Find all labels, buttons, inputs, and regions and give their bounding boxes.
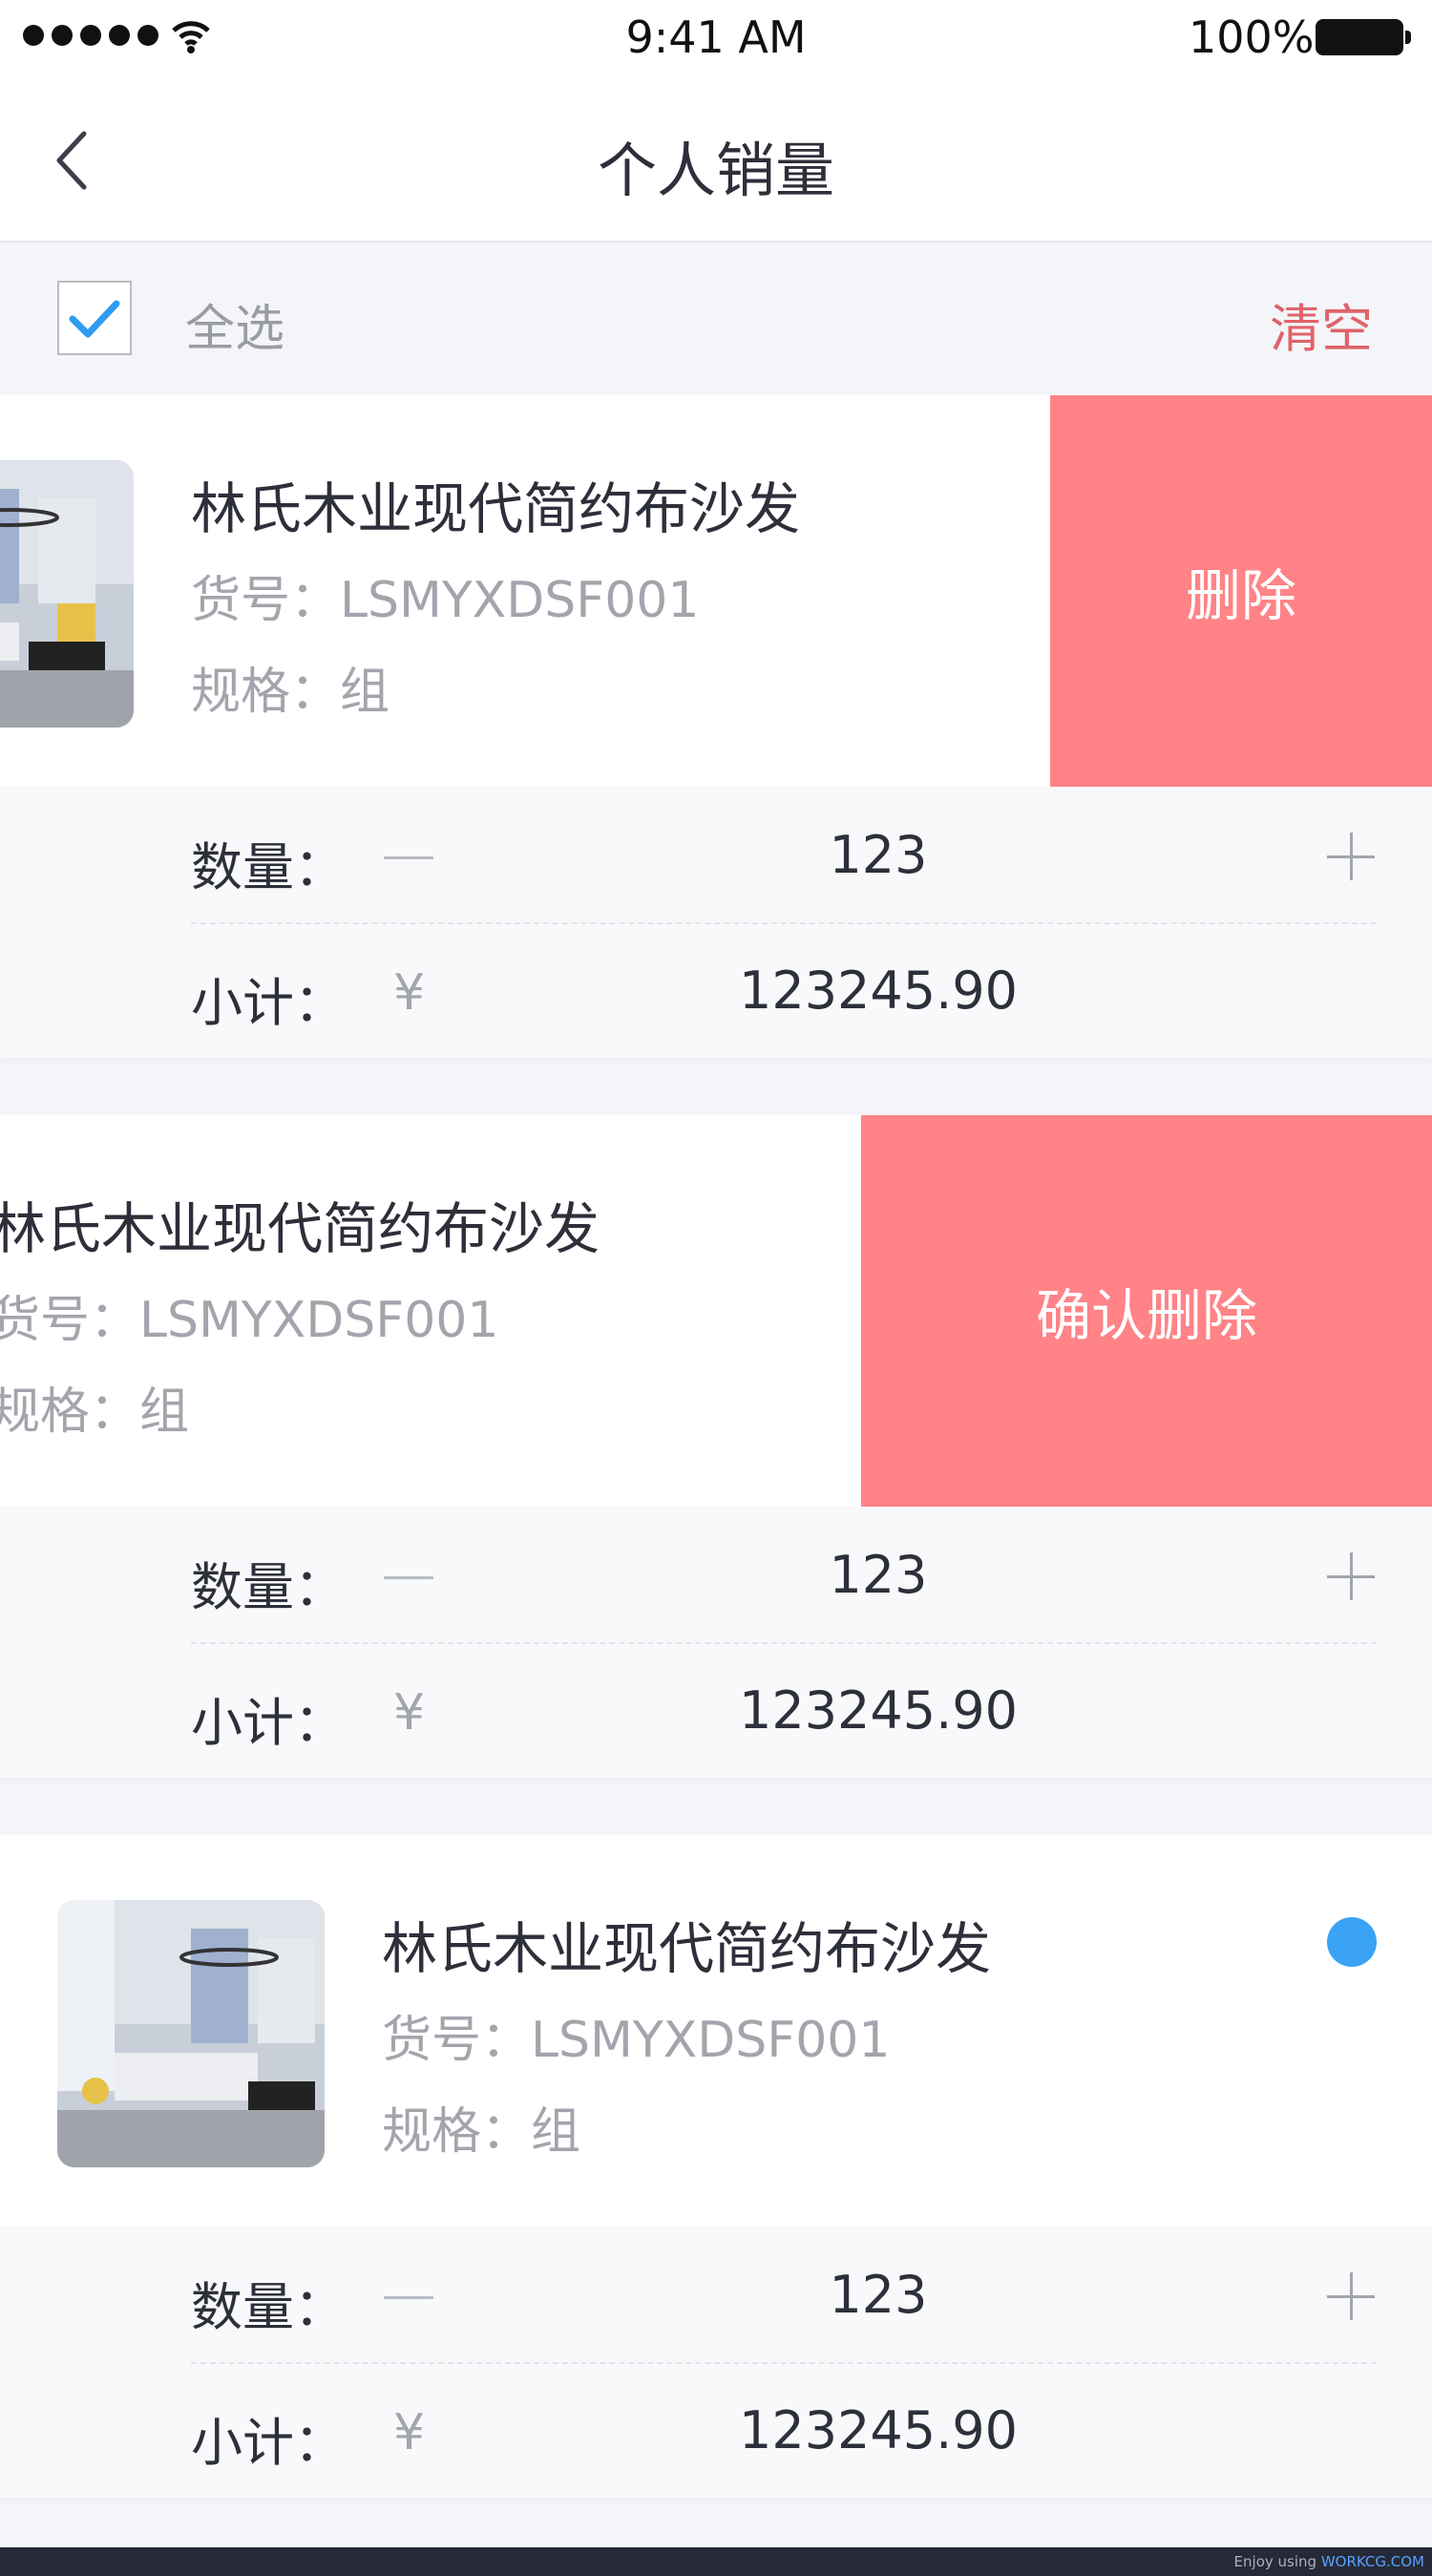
checkmark-icon (69, 300, 120, 338)
product-sku: 货号：LSMYXDSF001 (382, 2012, 891, 2069)
currency-symbol: ¥ (393, 964, 426, 1022)
product-spec: 规格：组 (191, 664, 390, 721)
footer-brand: WORKCG.COM (1320, 2553, 1424, 2570)
battery-icon (1316, 19, 1403, 55)
minus-icon[interactable] (384, 2296, 433, 2299)
minus-icon[interactable] (384, 856, 433, 859)
delete-button[interactable]: 删除 (1050, 395, 1432, 787)
select-all-checkbox[interactable] (57, 281, 132, 355)
select-all-label: 全选 (185, 301, 285, 358)
product-card: 林氏木业现代简约布沙发 货号：LSMYXDSF001 规格：组 删除 (0, 395, 1432, 787)
product-details: 数量： 123 小计： ¥ 123245.90 (0, 2227, 1432, 2498)
product-title: 林氏木业现代简约布沙发 (382, 1916, 992, 1981)
subtotal-label: 小计： (191, 973, 346, 1033)
nav-bar: 个人销量 (0, 76, 1432, 243)
subtotal-label: 小计： (191, 2413, 346, 2473)
subtotal-value: 123245.90 (738, 961, 1019, 1021)
subtotal-value: 123245.90 (738, 2400, 1019, 2460)
minus-icon[interactable] (384, 1576, 433, 1579)
status-bar: 9:41 AM 100% (0, 0, 1432, 76)
currency-symbol: ¥ (393, 2404, 426, 2461)
product-sku: 货号：LSMYXDSF001 (0, 1292, 499, 1349)
product-thumbnail[interactable] (0, 460, 134, 728)
subtotal-label: 小计： (191, 1693, 346, 1753)
currency-symbol: ¥ (393, 1684, 426, 1742)
divider (191, 922, 1377, 924)
product-sku: 货号：LSMYXDSF001 (191, 572, 700, 629)
subtotal-value: 123245.90 (738, 1680, 1019, 1741)
divider (191, 2362, 1377, 2364)
quantity-value[interactable]: 123 (687, 2265, 1069, 2325)
selected-radio[interactable] (1327, 1917, 1377, 1967)
product-thumbnail[interactable] (57, 1900, 325, 2167)
plus-icon[interactable] (1327, 2272, 1375, 2320)
plus-icon[interactable] (1327, 1552, 1375, 1600)
product-title: 林氏木业现代简约布沙发 (0, 1196, 600, 1261)
battery-percent: 100% (1189, 11, 1315, 63)
product-details: 数量： 123 小计： ¥ 123245.90 (0, 1507, 1432, 1778)
confirm-delete-button[interactable]: 确认删除 (861, 1115, 1432, 1507)
quantity-value[interactable]: 123 (687, 1545, 1069, 1605)
product-card: 林氏木业现代简约布沙发 货号：LSMYXDSF001 规格：组 (0, 1835, 1432, 2227)
divider (191, 1642, 1377, 1644)
product-details: 数量： 123 小计： ¥ 123245.90 (0, 787, 1432, 1058)
quantity-label: 数量： (191, 837, 346, 897)
product-card: 林氏木业现代简约布沙发 货号：LSMYXDSF001 规格：组 确认删除 (0, 1115, 1432, 1507)
page-title: 个人销量 (597, 136, 834, 205)
product-spec: 规格：组 (382, 2103, 581, 2161)
plus-icon[interactable] (1327, 833, 1375, 880)
footer-strip: Enjoy using WORKCG.COM (0, 2547, 1432, 2576)
quantity-label: 数量： (191, 2277, 346, 2337)
quantity-value[interactable]: 123 (687, 825, 1069, 885)
product-title: 林氏木业现代简约布沙发 (191, 476, 801, 541)
clear-button[interactable]: 清空 (1270, 286, 1373, 362)
footer-enjoy: Enjoy using (1233, 2553, 1317, 2570)
product-spec: 规格：组 (0, 1383, 190, 1441)
battery-tip (1405, 31, 1411, 44)
footer-credit: Enjoy using WORKCG.COM (1234, 2553, 1424, 2570)
quantity-label: 数量： (191, 1557, 346, 1617)
